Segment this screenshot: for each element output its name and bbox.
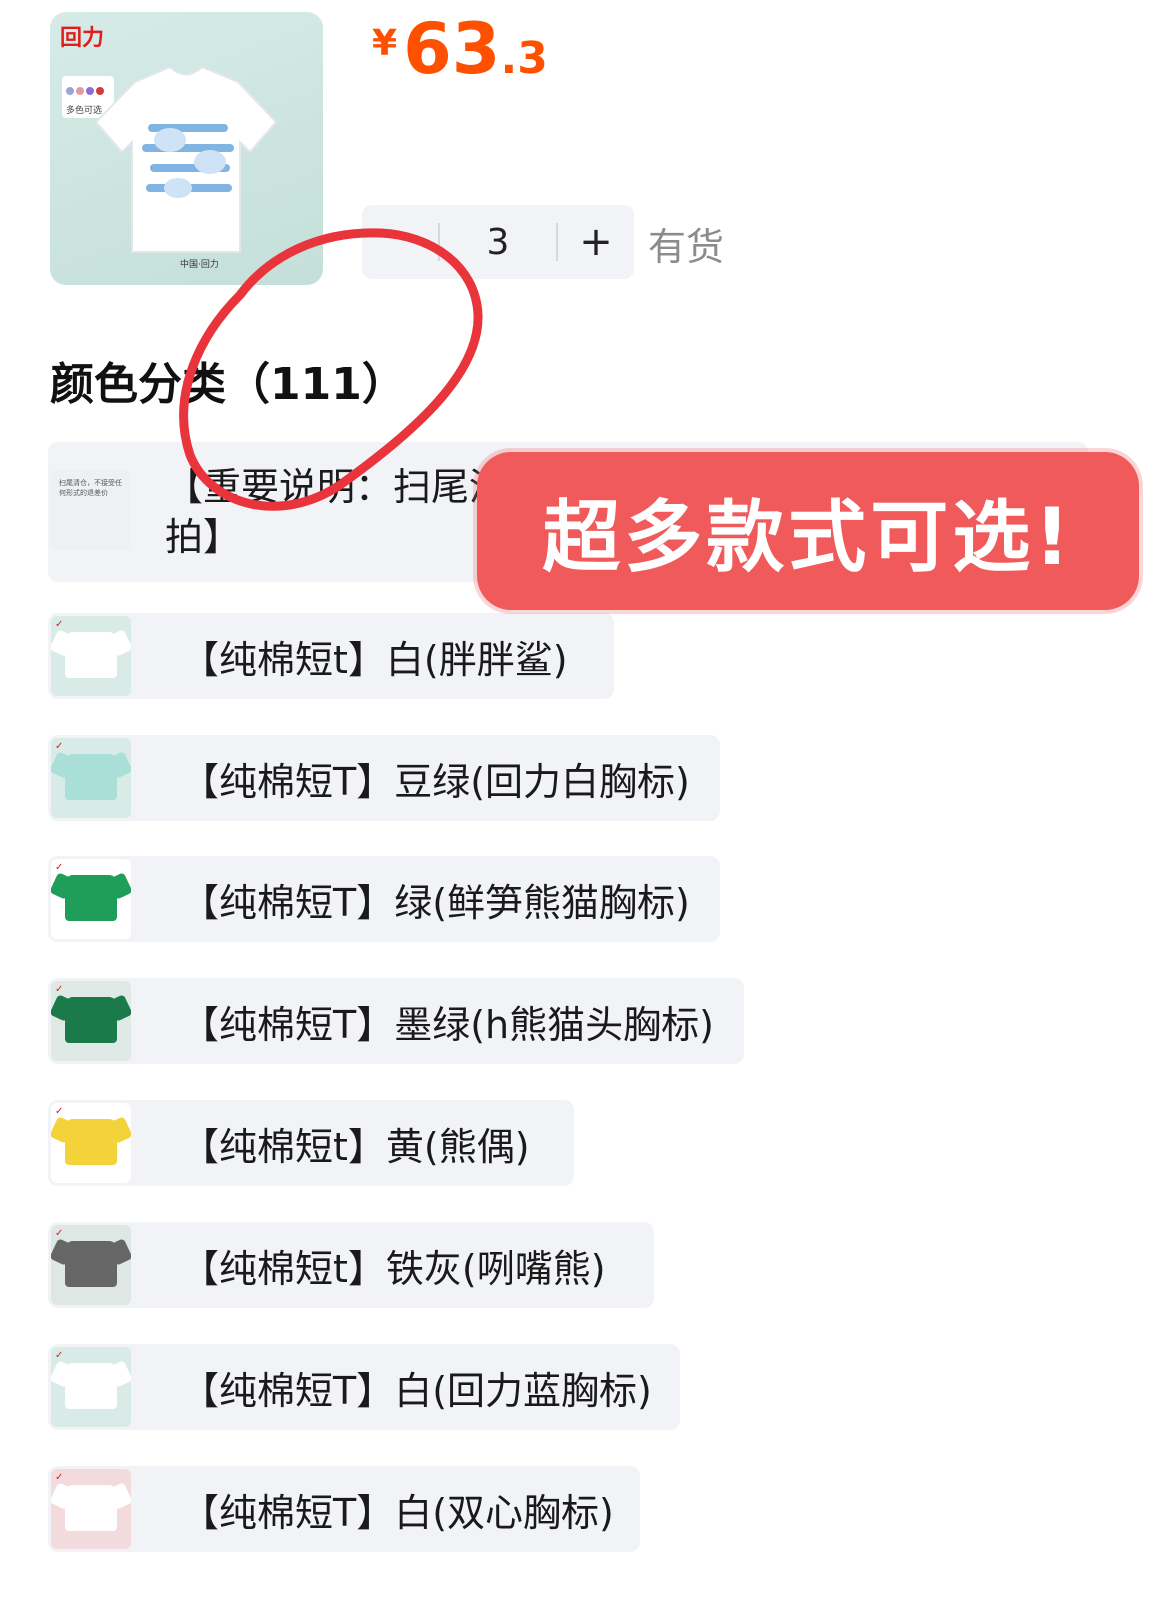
tshirt-icon: [65, 1485, 117, 1531]
option-thumbnail: ✓: [51, 1347, 131, 1427]
option-item[interactable]: ✓ 【纯棉短T】绿(鲜笋熊猫胸标): [48, 856, 720, 942]
price: ¥63.3: [372, 8, 548, 90]
increment-button[interactable]: +: [558, 219, 634, 265]
option-item[interactable]: ✓ 【纯棉短T】豆绿(回力白胸标): [48, 735, 720, 821]
option-label: 【纯棉短T】墨绿(h熊猫头胸标): [181, 1002, 714, 1047]
tshirt-icon: [65, 754, 117, 800]
tshirt-icon: [65, 1241, 117, 1287]
price-integer: 63: [403, 8, 501, 90]
option-thumbnail: ✓: [51, 981, 131, 1061]
price-currency: ¥: [372, 23, 398, 64]
option-item[interactable]: ✓ 【纯棉短t】白(胖胖鲨): [48, 613, 614, 699]
option-thumbnail: ✓: [51, 738, 131, 818]
tshirt-icon: [65, 875, 117, 921]
brand-mark-icon: ✓: [55, 1350, 64, 1361]
tshirt-image: 中国·回力: [94, 65, 278, 270]
brand-mark-icon: ✓: [55, 1228, 64, 1239]
option-item[interactable]: ✓ 【纯棉短T】白(回力蓝胸标): [48, 1344, 680, 1430]
option-item[interactable]: ✓ 【纯棉短T】白(双心胸标): [48, 1466, 640, 1552]
option-label: 【纯棉短t】铁灰(咧嘴熊): [181, 1246, 606, 1291]
option-thumbnail: ✓: [51, 1469, 131, 1549]
color-category-title: 颜色分类（111）: [50, 359, 406, 410]
brand-mark-icon: ✓: [55, 862, 64, 873]
brand-mark-icon: ✓: [55, 984, 64, 995]
quantity-stepper: 3 +: [362, 205, 634, 279]
brand-mark-icon: ✓: [55, 1472, 64, 1483]
option-item[interactable]: ✓ 【纯棉短t】铁灰(咧嘴熊): [48, 1222, 654, 1308]
brand-mark-icon: ✓: [55, 1106, 64, 1117]
tshirt-icon: [65, 1119, 117, 1165]
price-decimal: .3: [500, 33, 548, 84]
option-item[interactable]: ✓ 【纯棉短t】黄(熊偶): [48, 1100, 574, 1186]
quantity-input[interactable]: 3: [440, 222, 556, 263]
option-label: 【纯棉短t】黄(熊偶): [181, 1124, 530, 1169]
stock-status: 有货: [648, 225, 725, 269]
option-thumbnail: ✓: [51, 1225, 131, 1305]
tshirt-icon: [65, 632, 117, 678]
option-thumbnail: ✓: [51, 1103, 131, 1183]
option-item[interactable]: ✓ 【纯棉短T】墨绿(h熊猫头胸标): [48, 978, 744, 1064]
brand-mark-icon: ✓: [55, 619, 64, 630]
brand-mark-icon: ✓: [55, 741, 64, 752]
option-label: 【纯棉短T】白(回力蓝胸标): [181, 1368, 652, 1413]
svg-text:中国·回力: 中国·回力: [180, 258, 219, 270]
option-thumbnail: ✓: [51, 616, 131, 696]
notice-text: 扫尾清仓，不接受任何形式的退差价: [59, 479, 122, 497]
promo-banner: 超多款式可选!: [477, 452, 1139, 610]
option-label: 【纯棉短T】绿(鲜笋熊猫胸标): [181, 880, 690, 925]
tshirt-icon: [65, 997, 117, 1043]
option-thumbnail: 扫尾清仓，不接受任何形式的退差价: [51, 470, 131, 550]
option-label: 【纯棉短t】白(胖胖鲨): [181, 637, 568, 682]
option-label: 【纯棉短T】白(双心胸标): [181, 1490, 614, 1535]
option-label: 【纯棉短T】豆绿(回力白胸标): [181, 759, 690, 804]
decrement-button[interactable]: [362, 205, 438, 279]
tshirt-icon: [65, 1363, 117, 1409]
option-thumbnail: ✓: [51, 859, 131, 939]
product-thumbnail[interactable]: 回力 多色可选 中国·回力: [50, 12, 323, 285]
